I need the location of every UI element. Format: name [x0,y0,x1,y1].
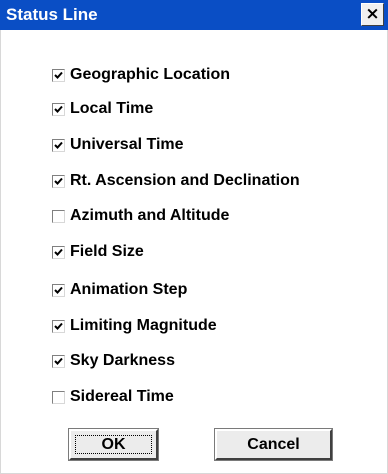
option-universal-time[interactable]: Universal Time [52,134,184,156]
option-label: Sky Darkness [70,352,175,369]
option-sky-darkness[interactable]: Sky Darkness [52,350,175,372]
focus-ring [75,435,152,454]
checkbox[interactable] [52,283,65,297]
check-icon [54,71,63,79]
option-label: Rt. Ascension and Declination [70,172,300,189]
option-label: Field Size [70,243,144,260]
check-icon [54,322,63,330]
checkbox[interactable] [52,68,65,82]
close-icon: × [365,4,380,24]
checkbox[interactable] [52,354,65,368]
option-animation-step[interactable]: Animation Step [52,279,187,301]
checkbox[interactable] [52,174,65,188]
option-label: Animation Step [70,281,188,298]
checkbox[interactable] [52,245,65,259]
close-button[interactable]: × [361,3,384,26]
checkbox[interactable] [52,209,65,223]
status-line-dialog: Status Line × Geographic Location Local … [0,0,388,474]
check-icon [54,286,63,294]
dialog-title: Status Line [6,5,98,24]
cancel-button-label: Cancel [247,435,300,453]
option-label: Local Time [70,100,154,117]
cancel-button[interactable]: Cancel [214,428,333,461]
check-icon [54,248,63,256]
check-icon [54,357,63,365]
option-sidereal-time[interactable]: Sidereal Time [52,386,174,408]
option-limiting-magnitude[interactable]: Limiting Magnitude [52,315,217,337]
option-local-time[interactable]: Local Time [52,98,153,120]
option-label: Geographic Location [70,66,231,83]
checkbox[interactable] [52,390,65,404]
dialog-body: Geographic Location Local Time Universal… [0,30,388,474]
option-rt-ascension-declination[interactable]: Rt. Ascension and Declination [52,170,300,192]
option-azimuth-altitude[interactable]: Azimuth and Altitude [52,205,229,227]
ok-button[interactable]: OK [68,428,159,461]
option-label: Limiting Magnitude [70,317,217,334]
checkbox[interactable] [52,138,65,152]
check-icon [54,105,63,113]
option-geographic-location[interactable]: Geographic Location [52,64,230,86]
checkbox[interactable] [52,319,65,333]
checkbox[interactable] [52,102,65,116]
option-field-size[interactable]: Field Size [52,241,144,263]
check-icon [54,177,63,185]
title-bar[interactable]: Status Line × [0,0,388,30]
check-icon [54,141,63,149]
option-label: Universal Time [70,136,184,153]
option-label: Azimuth and Altitude [70,207,230,224]
option-label: Sidereal Time [70,388,174,405]
